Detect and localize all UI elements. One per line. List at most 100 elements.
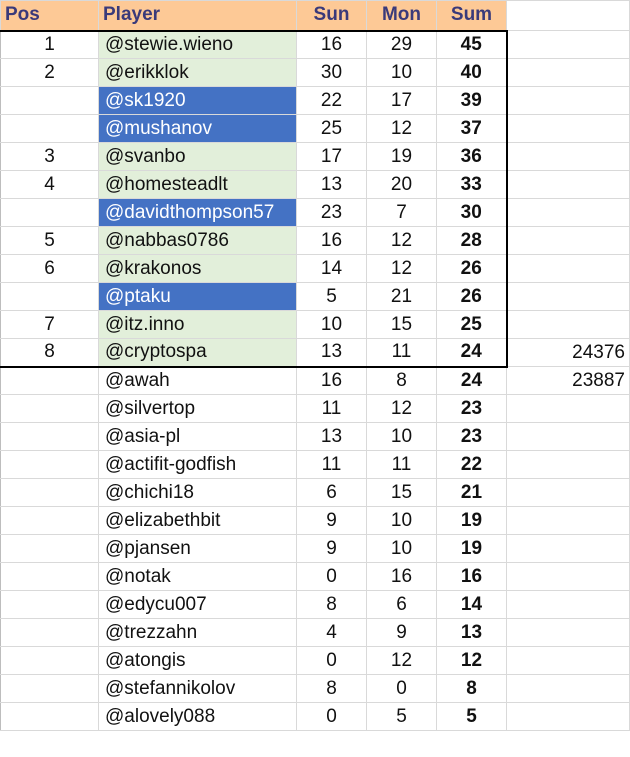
player-cell[interactable]: @mushanov (98, 114, 297, 143)
pos-cell[interactable] (0, 618, 99, 647)
sum-cell[interactable]: 45 (436, 29, 508, 59)
header-player[interactable]: Player (98, 0, 297, 31)
sum-cell[interactable]: 22 (436, 450, 507, 479)
player-cell[interactable]: @nabbas0786 (98, 226, 297, 255)
sum-cell[interactable]: 8 (436, 674, 507, 703)
player-cell[interactable]: @actifit-godfish (98, 450, 297, 479)
pos-cell[interactable]: 6 (0, 254, 99, 283)
extra-cell[interactable] (506, 506, 630, 535)
sum-cell[interactable]: 19 (436, 506, 507, 535)
sun-cell[interactable]: 9 (296, 534, 367, 563)
pos-cell[interactable]: 2 (0, 58, 99, 87)
mon-cell[interactable]: 12 (366, 254, 437, 283)
extra-cell[interactable] (506, 562, 630, 591)
mon-cell[interactable]: 12 (366, 646, 437, 675)
extra-cell[interactable]: 23887 (506, 366, 630, 395)
sum-cell[interactable]: 16 (436, 562, 507, 591)
player-cell[interactable]: @sk1920 (98, 86, 297, 115)
player-cell[interactable]: @asia-pl (98, 422, 297, 451)
pos-cell[interactable]: 5 (0, 226, 99, 255)
extra-cell[interactable] (506, 534, 630, 563)
player-cell[interactable]: @atongis (98, 646, 297, 675)
sum-cell[interactable]: 28 (436, 226, 508, 255)
mon-cell[interactable]: 12 (366, 394, 437, 423)
sun-cell[interactable]: 4 (296, 618, 367, 647)
extra-cell[interactable] (506, 58, 630, 87)
pos-cell[interactable] (0, 366, 99, 395)
sun-cell[interactable]: 16 (296, 366, 367, 395)
mon-cell[interactable]: 8 (366, 366, 437, 395)
sun-cell[interactable]: 13 (296, 170, 367, 199)
sum-cell[interactable]: 19 (436, 534, 507, 563)
extra-cell[interactable] (506, 394, 630, 423)
sum-cell[interactable]: 30 (436, 198, 508, 227)
pos-cell[interactable] (0, 86, 99, 115)
extra-cell[interactable] (506, 702, 630, 731)
pos-cell[interactable] (0, 534, 99, 563)
extra-cell[interactable] (506, 450, 630, 479)
sun-cell[interactable]: 13 (296, 338, 367, 368)
sum-cell[interactable]: 5 (436, 702, 507, 731)
extra-cell[interactable] (506, 30, 630, 59)
extra-cell[interactable]: 24376 (506, 338, 630, 367)
pos-cell[interactable] (0, 450, 99, 479)
extra-cell[interactable] (506, 422, 630, 451)
sum-cell[interactable]: 26 (436, 282, 508, 311)
player-cell[interactable]: @stewie.wieno (98, 29, 297, 59)
sum-cell[interactable]: 23 (436, 394, 507, 423)
sum-cell[interactable]: 26 (436, 254, 508, 283)
extra-cell[interactable] (506, 254, 630, 283)
extra-cell[interactable] (506, 646, 630, 675)
player-cell[interactable]: @awah (98, 366, 297, 395)
sun-cell[interactable]: 0 (296, 562, 367, 591)
header-empty[interactable] (506, 0, 630, 31)
sum-cell[interactable]: 14 (436, 590, 507, 619)
extra-cell[interactable] (506, 590, 630, 619)
mon-cell[interactable]: 6 (366, 590, 437, 619)
mon-cell[interactable]: 0 (366, 674, 437, 703)
header-pos[interactable]: Pos (0, 0, 99, 31)
player-cell[interactable]: @erikklok (98, 58, 297, 87)
pos-cell[interactable] (0, 646, 99, 675)
sum-cell[interactable]: 13 (436, 618, 507, 647)
player-cell[interactable]: @stefannikolov (98, 674, 297, 703)
pos-cell[interactable] (0, 422, 99, 451)
extra-cell[interactable] (506, 226, 630, 255)
mon-cell[interactable]: 21 (366, 282, 437, 311)
mon-cell[interactable]: 11 (366, 338, 437, 368)
sum-cell[interactable]: 21 (436, 478, 507, 507)
extra-cell[interactable] (506, 478, 630, 507)
mon-cell[interactable]: 17 (366, 86, 437, 115)
extra-cell[interactable] (506, 86, 630, 115)
mon-cell[interactable]: 20 (366, 170, 437, 199)
pos-cell[interactable] (0, 114, 99, 143)
header-sum[interactable]: Sum (436, 0, 507, 31)
sun-cell[interactable]: 11 (296, 394, 367, 423)
header-sun[interactable]: Sun (296, 0, 367, 31)
pos-cell[interactable]: 4 (0, 170, 99, 199)
mon-cell[interactable]: 19 (366, 142, 437, 171)
extra-cell[interactable] (506, 198, 630, 227)
sun-cell[interactable]: 23 (296, 198, 367, 227)
player-cell[interactable]: @homesteadlt (98, 170, 297, 199)
player-cell[interactable]: @silvertop (98, 394, 297, 423)
pos-cell[interactable] (0, 562, 99, 591)
sun-cell[interactable]: 14 (296, 254, 367, 283)
extra-cell[interactable] (506, 170, 630, 199)
sun-cell[interactable]: 6 (296, 478, 367, 507)
extra-cell[interactable] (506, 114, 630, 143)
pos-cell[interactable] (0, 478, 99, 507)
pos-cell[interactable] (0, 590, 99, 619)
pos-cell[interactable]: 1 (0, 29, 99, 59)
sun-cell[interactable]: 25 (296, 114, 367, 143)
sun-cell[interactable]: 5 (296, 282, 367, 311)
pos-cell[interactable]: 3 (0, 142, 99, 171)
sun-cell[interactable]: 30 (296, 58, 367, 87)
extra-cell[interactable] (506, 618, 630, 647)
pos-cell[interactable] (0, 506, 99, 535)
mon-cell[interactable]: 16 (366, 562, 437, 591)
player-cell[interactable]: @cryptospa (98, 338, 297, 368)
sum-cell[interactable]: 33 (436, 170, 508, 199)
mon-cell[interactable]: 11 (366, 450, 437, 479)
mon-cell[interactable]: 15 (366, 478, 437, 507)
